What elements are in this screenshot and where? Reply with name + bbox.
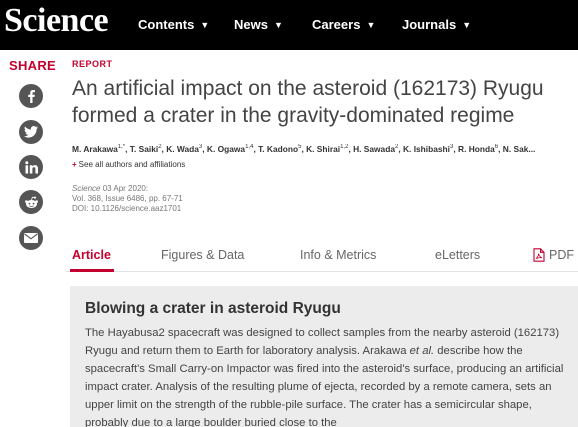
tab-pdf[interactable]: PDF [533, 248, 574, 262]
twitter-icon [24, 126, 38, 138]
share-linkedin-button[interactable] [19, 155, 43, 179]
nav-label: Contents [138, 17, 195, 32]
chevron-down-icon: ▼ [200, 20, 210, 30]
chevron-down-icon: ▼ [366, 20, 376, 30]
nav-label: News [234, 17, 268, 32]
article-tabs: Article Figures & Data Info & Metrics eL… [66, 237, 578, 272]
see-all-label: See all authors and affiliations [78, 160, 186, 169]
plus-icon: + [72, 160, 77, 169]
email-icon [24, 233, 38, 243]
author-link[interactable]: M. Arakawa1,* [72, 144, 125, 154]
active-tab-indicator [70, 269, 114, 272]
pdf-icon [533, 248, 545, 262]
author-link[interactable]: R. Honda6 [458, 144, 498, 154]
author-link[interactable]: T. Kadono5 [258, 144, 301, 154]
publication-date: 03 Apr 2020: [102, 184, 149, 193]
reddit-icon [24, 196, 38, 208]
author-link[interactable]: T. Saiki2 [130, 144, 162, 154]
author-list: M. Arakawa1,*, T. Saiki2, K. Wada3, K. O… [72, 144, 536, 154]
tab-figures-data[interactable]: Figures & Data [161, 248, 244, 262]
tab-info-metrics[interactable]: Info & Metrics [300, 248, 376, 262]
nav-news[interactable]: News ▼ [234, 17, 283, 32]
nav-careers[interactable]: Careers ▼ [312, 17, 375, 32]
linkedin-icon [24, 160, 38, 173]
citation-date-line: Science 03 Apr 2020: [72, 184, 183, 194]
science-logo[interactable]: Science [4, 2, 109, 40]
see-all-authors-link[interactable]: + See all authors and affiliations [72, 160, 185, 169]
author-link[interactable]: K. Shirai1,2 [306, 144, 348, 154]
article-type: REPORT [72, 59, 113, 69]
share-facebook-button[interactable] [19, 84, 43, 108]
summary-text: The Hayabusa2 spacecraft was designed to… [85, 327, 564, 427]
nav-label: Careers [312, 17, 361, 32]
volume-info: Vol. 368, Issue 6486, pp. 67-71 [72, 194, 183, 203]
tab-eletters[interactable]: eLetters [435, 248, 480, 262]
author-link[interactable]: H. Sawada2 [353, 144, 398, 154]
author-link[interactable]: N. Sak... [503, 144, 536, 154]
share-reddit-button[interactable] [19, 190, 43, 214]
nav-journals[interactable]: Journals ▼ [402, 17, 471, 32]
share-label: SHARE [9, 58, 57, 73]
tab-label: PDF [549, 248, 574, 262]
summary-heading: Blowing a crater in asteroid Ryugu [85, 300, 341, 317]
journal-name: Science [72, 184, 101, 193]
share-twitter-button[interactable] [19, 120, 43, 144]
facebook-icon [28, 90, 35, 103]
editor-summary: Blowing a crater in asteroid Ryugu The H… [70, 286, 578, 427]
citation: Science 03 Apr 2020: Vol. 368, Issue 648… [72, 184, 183, 214]
chevron-down-icon: ▼ [462, 20, 472, 30]
nav-contents[interactable]: Contents ▼ [138, 17, 209, 32]
article-title: An artificial impact on the asteroid (16… [72, 77, 544, 127]
share-email-button[interactable] [19, 226, 43, 250]
nav-label: Journals [402, 17, 457, 32]
author-link[interactable]: K. Wada3 [166, 144, 202, 154]
chevron-down-icon: ▼ [273, 20, 283, 30]
author-link[interactable]: K. Ishibashi3 [403, 144, 453, 154]
site-header: Science Contents ▼ News ▼ Careers ▼ Journal… [0, 0, 578, 50]
author-link[interactable]: K. Ogawa1,4 [207, 144, 254, 154]
tab-article[interactable]: Article [72, 248, 111, 262]
doi[interactable]: DOI: 10.1126/science.aaz1701 [72, 204, 183, 214]
